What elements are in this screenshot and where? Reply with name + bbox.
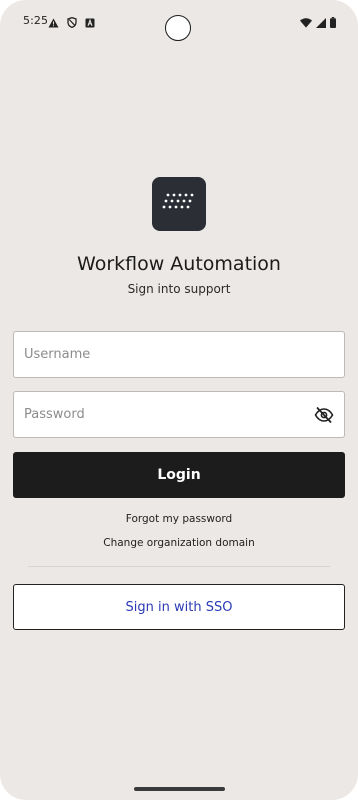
change-domain-link[interactable]: Change organization domain [0, 537, 358, 549]
password-field[interactable] [13, 391, 345, 438]
camera-cutout [165, 15, 191, 41]
app-subtitle: Sign into support [127, 282, 231, 296]
status-icons-left [48, 13, 95, 32]
home-indicator[interactable] [134, 787, 225, 791]
app-logo [152, 177, 206, 231]
status-time: 5:25 [23, 14, 49, 27]
username-input[interactable] [14, 332, 344, 377]
dots-logo-icon [162, 192, 196, 216]
warning-icon [48, 13, 59, 32]
eye-off-icon[interactable] [314, 406, 334, 424]
sso-button[interactable]: Sign in with SSO [13, 584, 345, 630]
signal-icon [316, 13, 326, 32]
forgot-password-link[interactable]: Forgot my password [0, 513, 358, 525]
wifi-icon [300, 13, 312, 32]
login-button[interactable]: Login [13, 452, 345, 498]
app-title: Workflow Automation [77, 253, 281, 275]
font-a-icon [85, 13, 95, 32]
divider [28, 566, 330, 567]
password-input[interactable] [14, 392, 344, 437]
battery-icon [330, 13, 336, 32]
phone-screen: 5:25 Workflow Automation Sign into suppo… [0, 0, 358, 800]
shield-icon [67, 13, 77, 32]
status-icons-right [300, 13, 336, 32]
username-field[interactable] [13, 331, 345, 378]
